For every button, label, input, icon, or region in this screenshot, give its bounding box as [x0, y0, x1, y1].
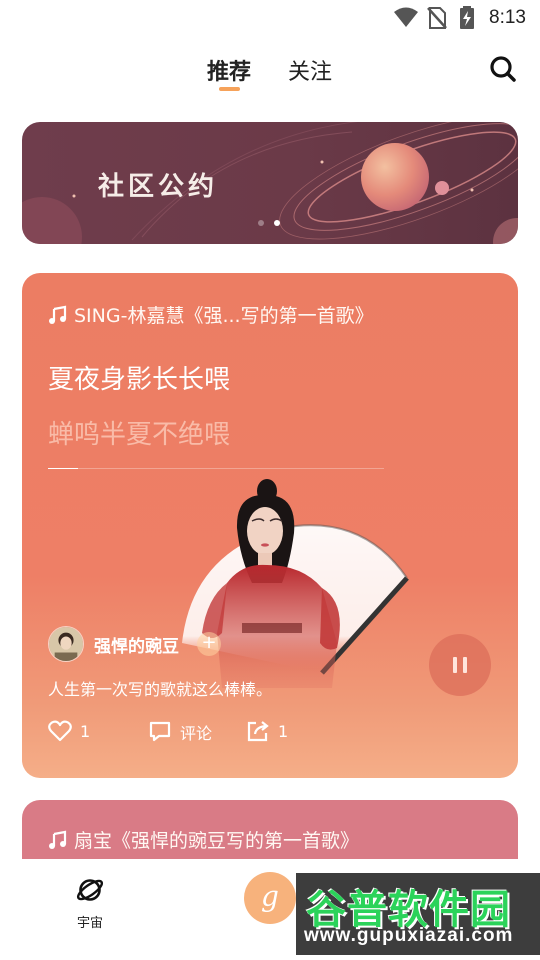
- comment-label: 评论: [180, 724, 213, 743]
- comment-icon: [149, 721, 171, 742]
- song-title-row[interactable]: SING-林嘉慧《强...写的第一首歌》: [48, 301, 374, 328]
- song-title-row[interactable]: 扇宝《强悍的豌豆写的第一首歌》: [48, 826, 359, 853]
- battery-charging-icon: [460, 6, 474, 29]
- tab-following[interactable]: 关注: [288, 54, 332, 86]
- search-icon[interactable]: [488, 54, 518, 84]
- banner-title: 社区公约: [98, 172, 219, 202]
- nav-item-label: 宇宙: [76, 916, 103, 931]
- comment-button[interactable]: 评论: [148, 720, 212, 744]
- singer-photo: [182, 479, 409, 688]
- lyric-progress-bar: [48, 468, 384, 469]
- nav-item-universe[interactable]: 宇宙: [62, 875, 118, 931]
- status-bar: 8:13: [0, 0, 540, 36]
- progress-fill: [48, 468, 79, 469]
- song-card[interactable]: SING-林嘉慧《强...写的第一首歌》 夏夜身影长长喂 蝉鸣半夏不绝喂 强悍的…: [22, 273, 518, 778]
- music-note-icon: [49, 305, 67, 324]
- post-caption: 人生第一次写的歌就这么棒棒。: [48, 680, 273, 699]
- post-actions: 1 评论 1: [48, 720, 508, 750]
- username[interactable]: 强悍的豌豆: [94, 632, 179, 657]
- site-watermark: 谷普软件园 www.gupuxiazai.com: [296, 873, 540, 955]
- status-time: 8:13: [489, 7, 526, 28]
- heart-icon: [48, 720, 72, 742]
- share-button[interactable]: 1: [246, 720, 288, 742]
- active-tab-indicator: [219, 87, 240, 91]
- share-count: 1: [278, 721, 289, 741]
- pager-dot: [258, 220, 264, 226]
- lyric-next-line: 蝉鸣半夏不绝喂: [48, 420, 231, 450]
- pause-icon-bar: [463, 657, 467, 673]
- create-button[interactable]: g: [244, 872, 296, 924]
- no-sim-icon: [427, 7, 447, 29]
- pager-dot-active: [274, 220, 280, 226]
- like-button[interactable]: 1: [48, 720, 90, 742]
- watermark-url: www.gupuxiazai.com: [304, 925, 514, 946]
- follow-button[interactable]: +: [197, 632, 221, 656]
- like-count: 1: [80, 721, 91, 741]
- music-note-icon: [49, 830, 67, 849]
- song-title: SING-林嘉慧《强...写的第一首歌》: [74, 305, 374, 327]
- wifi-icon: [394, 7, 418, 27]
- song-title: 扇宝《强悍的豌豆写的第一首歌》: [74, 830, 360, 852]
- pause-icon: [453, 657, 457, 673]
- planet-icon: [76, 879, 104, 901]
- avatar[interactable]: [48, 626, 84, 662]
- author-row: 强悍的豌豆 +: [48, 626, 221, 662]
- community-rules-banner[interactable]: 社区公约: [22, 122, 518, 244]
- pause-button[interactable]: [429, 634, 491, 696]
- share-icon: [247, 721, 269, 742]
- banner-pager: [258, 220, 280, 226]
- lyric-current-line: 夏夜身影长长喂: [48, 365, 231, 395]
- tab-recommended[interactable]: 推荐: [207, 54, 251, 86]
- top-tab-bar: 推荐 关注: [0, 44, 540, 100]
